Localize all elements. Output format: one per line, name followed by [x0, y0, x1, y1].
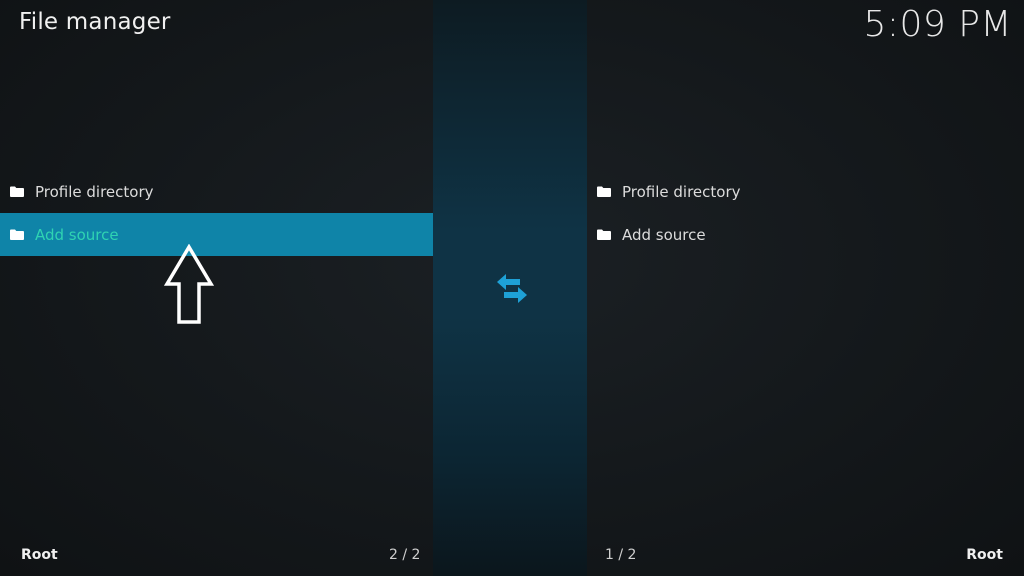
list-item-label: Add source — [35, 225, 119, 244]
right-pane-item-count: 1 / 2 — [605, 547, 637, 563]
list-item-label: Profile directory — [35, 182, 154, 201]
list-item-label: Add source — [622, 225, 706, 244]
left-pane-location: Root — [21, 547, 58, 563]
right-file-list: Profile directory Add source — [587, 170, 1024, 256]
folder-icon — [10, 229, 24, 240]
right-pane: Profile directory Add source — [587, 0, 1024, 576]
left-pane-item-count: 2 / 2 — [389, 547, 421, 563]
list-item-profile-directory[interactable]: Profile directory — [0, 170, 433, 213]
right-pane-location: Root — [966, 547, 1003, 563]
folder-icon — [597, 186, 611, 197]
left-file-list: Profile directory Add source — [0, 170, 433, 256]
list-item-label: Profile directory — [622, 182, 741, 201]
folder-icon — [10, 186, 24, 197]
up-arrow-outline-icon — [163, 243, 215, 326]
swap-arrows-icon[interactable] — [494, 272, 530, 306]
list-item-profile-directory[interactable]: Profile directory — [587, 170, 1024, 213]
file-manager-screen: File manager 5:09 PM Profile directory A… — [0, 0, 1024, 576]
list-item-add-source[interactable]: Add source — [587, 213, 1024, 256]
left-pane: Profile directory Add source — [0, 0, 433, 576]
folder-icon — [597, 229, 611, 240]
list-item-add-source[interactable]: Add source — [0, 213, 433, 256]
